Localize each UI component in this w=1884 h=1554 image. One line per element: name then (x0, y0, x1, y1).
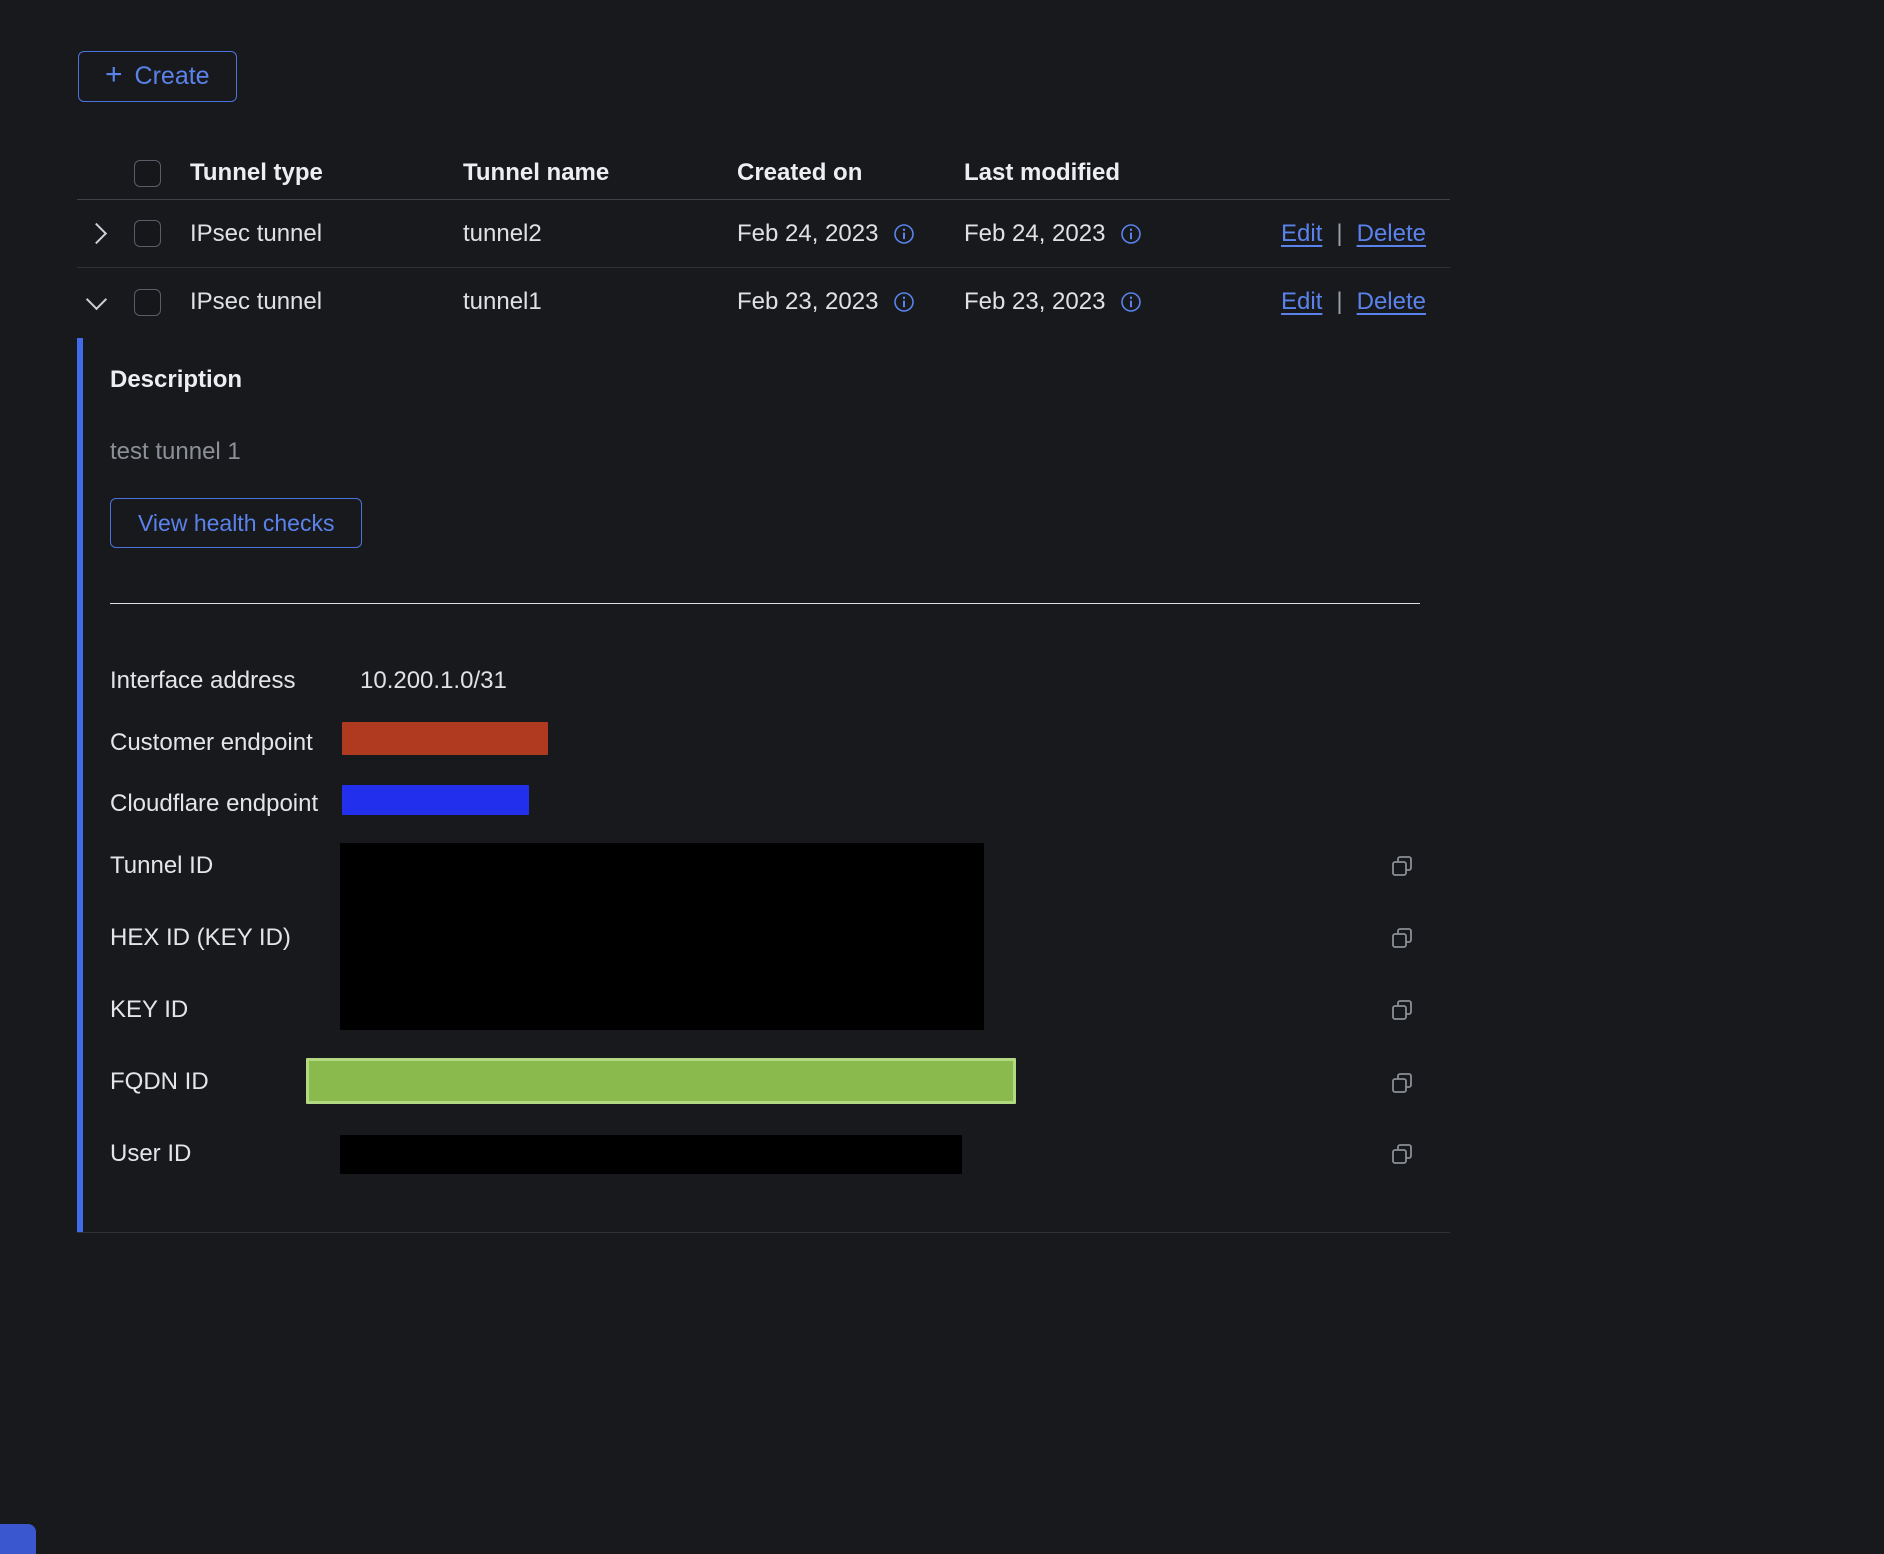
edit-link-tunnel1[interactable]: Edit (1281, 288, 1322, 316)
info-icon[interactable] (1120, 223, 1142, 245)
copy-key-id-button[interactable] (1388, 996, 1416, 1024)
info-icon[interactable] (893, 291, 915, 313)
cloudflare-endpoint-label: Cloudflare endpoint (110, 789, 318, 819)
ids-redacted-values (340, 843, 984, 1030)
select-all-checkbox[interactable] (134, 160, 161, 187)
copy-icon (1390, 926, 1414, 950)
copy-tunnel-id-button[interactable] (1388, 852, 1416, 880)
last-modified-cell: Feb 24, 2023 (964, 220, 1105, 248)
bottom-left-accent (0, 1524, 36, 1554)
tunnel-type-cell: IPsec tunnel (190, 288, 463, 316)
tunnels-table: Tunnel type Tunnel name Created on Last … (77, 147, 1450, 336)
info-icon[interactable] (893, 223, 915, 245)
cloudflare-endpoint-redacted-value (342, 785, 529, 815)
user-id-label: User ID (110, 1139, 191, 1169)
copy-icon (1390, 854, 1414, 878)
plus-icon: + (105, 60, 123, 90)
table-row-tunnel1: IPsec tunnel tunnel1 Feb 23, 2023 Feb 23… (77, 268, 1450, 336)
description-label: Description (110, 366, 242, 394)
copy-icon (1390, 998, 1414, 1022)
copy-fqdn-id-button[interactable] (1388, 1069, 1416, 1097)
action-separator: | (1336, 288, 1342, 316)
section-divider (110, 603, 1420, 604)
last-modified-cell: Feb 23, 2023 (964, 288, 1105, 316)
header-tunnel-name: Tunnel name (463, 159, 737, 187)
create-button[interactable]: + Create (78, 51, 237, 102)
hex-id-label: HEX ID (KEY ID) (110, 923, 291, 953)
create-button-label: Create (135, 62, 210, 91)
interface-address-label: Interface address (110, 666, 295, 696)
tunnel-name-cell: tunnel1 (463, 288, 737, 316)
copy-icon (1390, 1142, 1414, 1166)
row-checkbox-tunnel1[interactable] (134, 289, 161, 316)
key-id-label: KEY ID (110, 995, 188, 1025)
tunnel1-details-panel: Description test tunnel 1 View health ch… (77, 338, 1450, 1233)
table-header-row: Tunnel type Tunnel name Created on Last … (77, 147, 1450, 200)
created-on-cell: Feb 23, 2023 (737, 288, 878, 316)
interface-address-value: 10.200.1.0/31 (360, 666, 507, 696)
fqdn-id-label: FQDN ID (110, 1067, 209, 1097)
collapse-chevron-down-icon[interactable] (86, 288, 107, 309)
action-separator: | (1336, 220, 1342, 248)
tunnel-type-cell: IPsec tunnel (190, 220, 463, 248)
tunnels-page: + Create Tunnel type Tunnel name Created… (0, 0, 1884, 1554)
tunnel-id-label: Tunnel ID (110, 851, 213, 881)
customer-endpoint-redacted-value (342, 722, 548, 755)
header-last-modified: Last modified (964, 159, 1264, 187)
view-health-checks-label: View health checks (138, 510, 334, 537)
copy-icon (1390, 1071, 1414, 1095)
select-all-cell (134, 160, 190, 187)
expanded-row-indicator-bar (77, 338, 83, 1232)
tunnel-name-cell: tunnel2 (463, 220, 737, 248)
copy-user-id-button[interactable] (1388, 1140, 1416, 1168)
copy-hex-id-button[interactable] (1388, 924, 1416, 952)
description-value: test tunnel 1 (110, 438, 241, 466)
created-on-cell: Feb 24, 2023 (737, 220, 878, 248)
delete-link-tunnel2[interactable]: Delete (1357, 220, 1426, 248)
user-id-redacted-value (340, 1135, 962, 1174)
fqdn-id-redacted-value (306, 1058, 1016, 1104)
expand-chevron-right-icon[interactable] (86, 223, 107, 244)
header-tunnel-type: Tunnel type (190, 159, 463, 187)
header-created-on: Created on (737, 159, 964, 187)
info-icon[interactable] (1120, 291, 1142, 313)
delete-link-tunnel1[interactable]: Delete (1357, 288, 1426, 316)
table-row-tunnel2: IPsec tunnel tunnel2 Feb 24, 2023 Feb 24… (77, 200, 1450, 268)
customer-endpoint-label: Customer endpoint (110, 728, 313, 758)
view-health-checks-button[interactable]: View health checks (110, 498, 362, 548)
edit-link-tunnel2[interactable]: Edit (1281, 220, 1322, 248)
row-checkbox-tunnel2[interactable] (134, 220, 161, 247)
